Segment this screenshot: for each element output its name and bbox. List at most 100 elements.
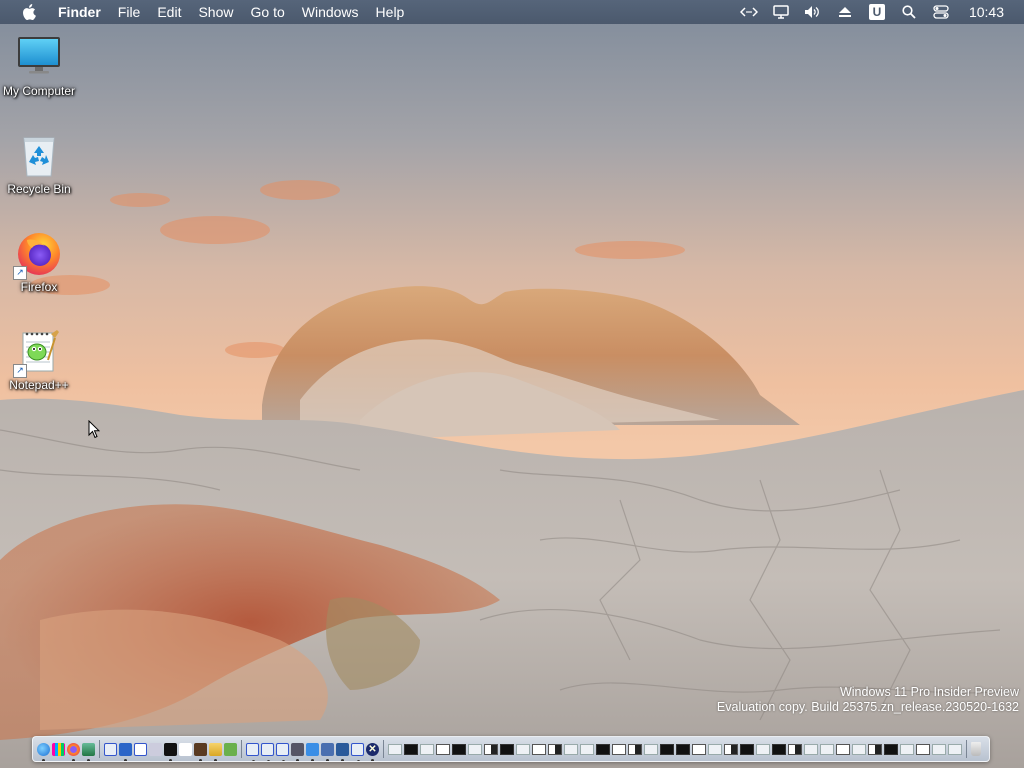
window-icon[interactable] (351, 742, 364, 761)
search-icon[interactable] (893, 0, 925, 24)
window-thumbnail[interactable] (820, 743, 834, 755)
window-thumbnail[interactable] (420, 743, 434, 755)
menu-file[interactable]: File (109, 0, 149, 24)
app-icon[interactable] (224, 742, 237, 756)
window-thumbnail[interactable] (660, 743, 674, 755)
dock-separator (241, 740, 242, 758)
menu-app-finder[interactable]: Finder (52, 0, 109, 24)
window-thumbnail[interactable] (676, 743, 690, 755)
menu-edit[interactable]: Edit (149, 0, 190, 24)
window-thumbnail[interactable] (836, 743, 850, 755)
dock-separator (383, 740, 384, 758)
window-thumbnail[interactable] (516, 743, 530, 755)
desktop-icon-label: Firefox (20, 280, 58, 294)
desktop-icon-label: Notepad++ (9, 378, 69, 392)
desktop-icon-label: My Computer (2, 84, 76, 98)
menu-go-to[interactable]: Go to (242, 0, 293, 24)
word-icon[interactable] (119, 742, 132, 761)
window-thumbnail[interactable] (612, 743, 626, 755)
server-icon[interactable] (336, 742, 349, 761)
window-thumbnail[interactable] (596, 743, 610, 755)
dock-separator (966, 740, 967, 758)
window-thumbnail[interactable] (756, 743, 770, 755)
code-brackets-icon[interactable] (733, 0, 765, 24)
desktop-icon-firefox[interactable]: ↗ Firefox (0, 230, 78, 294)
monitor-icon (15, 34, 63, 82)
window-thumbnail[interactable] (564, 743, 578, 755)
tools-icon[interactable] (321, 742, 334, 761)
media-icon[interactable] (194, 742, 207, 761)
window-thumbnail[interactable] (852, 743, 866, 755)
window-thumbnail[interactable] (548, 743, 562, 755)
eject-icon[interactable] (829, 0, 861, 24)
window-thumbnail[interactable] (724, 743, 738, 755)
menu-clock[interactable]: 10:43 (957, 0, 1024, 24)
window-thumbnail[interactable] (772, 743, 786, 755)
window-icon[interactable] (246, 742, 259, 761)
window-thumbnail[interactable] (404, 743, 418, 755)
window-thumbnail[interactable] (692, 743, 706, 755)
window-icon[interactable] (276, 742, 289, 761)
watermark-build: Evaluation copy. Build 25375.zn_release.… (716, 700, 1019, 714)
mouse-cursor-icon (88, 420, 100, 439)
dock-separator (99, 740, 100, 758)
windows-watermark: Windows 11 Pro Insider Preview Evaluatio… (717, 685, 1019, 715)
window-thumbnail[interactable] (628, 743, 642, 755)
window-thumbnail[interactable] (932, 743, 946, 755)
trash-icon[interactable] (971, 742, 981, 756)
recycle-bin-icon (15, 132, 63, 180)
desktop-icon-label: Recycle Bin (7, 182, 71, 196)
desktop-icon-my-computer[interactable]: My Computer (0, 34, 78, 98)
window-icon[interactable] (104, 742, 117, 756)
folder-icon[interactable] (209, 742, 222, 761)
app-icon[interactable] (82, 742, 95, 761)
window-thumbnail[interactable] (532, 743, 546, 755)
display-icon[interactable] (765, 0, 797, 24)
doc-icon[interactable] (179, 742, 192, 756)
menu-help[interactable]: Help (367, 0, 413, 24)
watermark-edition: Windows 11 Pro Insider Preview (839, 685, 1019, 699)
shortcut-arrow-icon: ↗ (13, 364, 27, 378)
desktop-icon-notepad-plus-plus[interactable]: ↗ Notepad++ (0, 328, 78, 392)
window-thumbnail[interactable] (388, 743, 402, 755)
window-thumbnail[interactable] (900, 743, 914, 755)
settings-icon[interactable] (149, 742, 162, 756)
menu-show[interactable]: Show (190, 0, 242, 24)
firefox-icon[interactable] (67, 742, 80, 761)
desktop-wallpaper (0, 0, 1024, 768)
network-icon[interactable] (306, 742, 319, 761)
window-thumbnail[interactable] (452, 743, 466, 755)
monitor-icon[interactable] (291, 742, 304, 761)
control-center-icon[interactable] (925, 0, 957, 24)
window-thumbnail[interactable] (708, 743, 722, 755)
menu-windows[interactable]: Windows (293, 0, 367, 24)
launchpad-icon[interactable] (52, 742, 65, 756)
apple-menu-icon[interactable] (18, 0, 40, 24)
shortcut-arrow-icon: ↗ (13, 266, 27, 280)
menu-bar: Finder File Edit Show Go to Windows Help… (0, 0, 1024, 24)
window-thumbnail[interactable] (484, 743, 498, 755)
u-badge-icon[interactable]: U (861, 0, 893, 24)
volume-icon[interactable] (797, 0, 829, 24)
window-thumbnail[interactable] (916, 743, 930, 755)
firefox-icon: ↗ (13, 230, 63, 280)
window-thumbnail[interactable] (788, 743, 802, 755)
window-thumbnail[interactable] (948, 743, 962, 755)
u-badge-text: U (868, 4, 885, 20)
window-thumbnail[interactable] (740, 743, 754, 755)
terminal-icon[interactable] (164, 742, 177, 761)
notepad-plus-plus-icon: ↗ (13, 328, 63, 378)
doc-icon[interactable] (134, 742, 147, 756)
window-thumbnail[interactable] (436, 743, 450, 755)
window-thumbnail[interactable] (884, 743, 898, 755)
close-icon[interactable]: ✕ (366, 742, 379, 761)
window-thumbnail[interactable] (468, 743, 482, 755)
desktop-icon-recycle-bin[interactable]: Recycle Bin (0, 132, 78, 196)
window-thumbnail[interactable] (644, 743, 658, 755)
window-icon[interactable] (261, 742, 274, 761)
finder-icon[interactable] (37, 742, 50, 761)
window-thumbnail[interactable] (804, 743, 818, 755)
window-thumbnail[interactable] (580, 743, 594, 755)
window-thumbnail[interactable] (500, 743, 514, 755)
window-thumbnail[interactable] (868, 743, 882, 755)
